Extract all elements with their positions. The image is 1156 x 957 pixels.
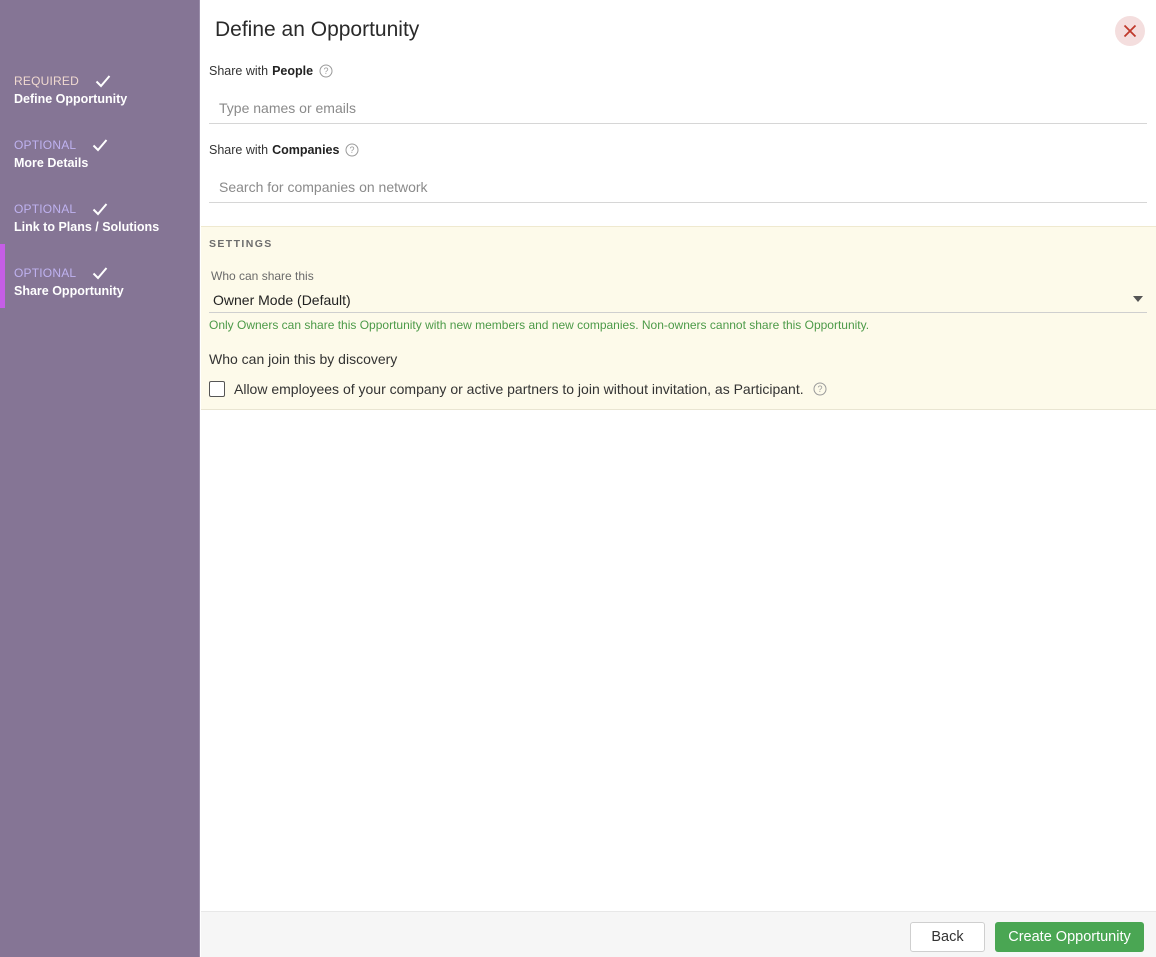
- settings-heading: SETTINGS: [209, 238, 273, 250]
- help-icon[interactable]: ?: [813, 382, 827, 396]
- step-label: Link to Plans / Solutions: [14, 220, 160, 234]
- who-can-share-select[interactable]: Owner Mode (Default): [209, 287, 1147, 313]
- checkmark-icon: [93, 267, 108, 280]
- checkmark-icon: [95, 75, 111, 88]
- checkmark-icon: [93, 203, 108, 216]
- discovery-checkbox-label[interactable]: Allow employees of your company or activ…: [234, 381, 804, 397]
- main-panel: Define an Opportunity Share with People …: [201, 0, 1156, 957]
- step-label: More Details: [14, 156, 89, 170]
- step-tag: OPTIONAL: [14, 202, 77, 216]
- step-tag: OPTIONAL: [14, 138, 77, 152]
- wizard-sidebar: REQUIRED Define Opportunity OPTIONAL Mor…: [0, 0, 200, 957]
- svg-text:?: ?: [817, 384, 822, 394]
- step-tag-row: REQUIRED: [14, 74, 111, 88]
- discovery-checkbox[interactable]: [209, 381, 225, 397]
- back-button[interactable]: Back: [910, 922, 985, 952]
- step-label: Define Opportunity: [14, 92, 128, 106]
- svg-text:?: ?: [350, 145, 355, 155]
- share-people-label: Share with People ?: [209, 64, 333, 78]
- step-tag-row: OPTIONAL: [14, 266, 108, 280]
- footer-bar: Back Create Opportunity: [201, 911, 1156, 957]
- who-can-share-hint: Only Owners can share this Opportunity w…: [209, 318, 870, 332]
- close-icon: [1123, 24, 1137, 38]
- label-bold: People: [272, 64, 314, 78]
- who-can-share-label: Who can share this: [211, 269, 314, 283]
- discovery-checkbox-row: Allow employees of your company or activ…: [209, 381, 827, 397]
- step-tag-row: OPTIONAL: [14, 138, 108, 152]
- create-opportunity-button[interactable]: Create Opportunity: [995, 922, 1144, 952]
- caret-down-icon: [1133, 296, 1143, 302]
- page-title: Define an Opportunity: [215, 18, 420, 41]
- share-companies-label: Share with Companies ?: [209, 143, 359, 157]
- sidebar-step-define-opportunity[interactable]: REQUIRED Define Opportunity: [0, 52, 200, 116]
- step-label: Share Opportunity: [14, 284, 124, 298]
- step-tag: OPTIONAL: [14, 266, 77, 280]
- help-icon[interactable]: ?: [319, 64, 333, 78]
- share-people-input[interactable]: [209, 92, 1147, 124]
- share-companies-input[interactable]: [209, 171, 1147, 203]
- sidebar-step-more-details[interactable]: OPTIONAL More Details: [0, 116, 200, 180]
- label-bold: Companies: [272, 143, 340, 157]
- settings-section: SETTINGS Who can share this Owner Mode (…: [201, 226, 1156, 410]
- close-button[interactable]: [1115, 16, 1145, 46]
- sidebar-step-link-plans[interactable]: OPTIONAL Link to Plans / Solutions: [0, 180, 200, 244]
- help-icon[interactable]: ?: [345, 143, 359, 157]
- sidebar-step-share-opportunity[interactable]: OPTIONAL Share Opportunity: [0, 244, 200, 308]
- discovery-heading: Who can join this by discovery: [209, 351, 398, 367]
- checkmark-icon: [93, 139, 108, 152]
- svg-text:?: ?: [324, 66, 329, 76]
- step-tag-row: OPTIONAL: [14, 202, 108, 216]
- label-prefix: Share with: [209, 143, 269, 157]
- label-prefix: Share with: [209, 64, 269, 78]
- step-tag: REQUIRED: [14, 74, 79, 88]
- select-value: Owner Mode (Default): [213, 292, 351, 308]
